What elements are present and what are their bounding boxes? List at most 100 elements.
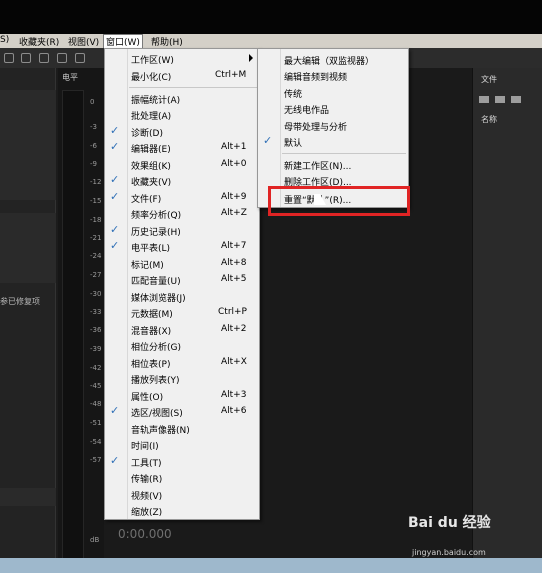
menu-item-diagnostics[interactable]: ✓ 诊断(D) <box>105 123 259 139</box>
title-bar <box>0 0 542 34</box>
tool-icon[interactable] <box>75 53 85 63</box>
menu-item-workspace[interactable]: 工作区(W) <box>105 50 259 66</box>
meter-tick: -3 <box>90 123 97 131</box>
workspace-item-new[interactable]: 新建工作区(N)... <box>258 156 408 172</box>
menu-item-properties[interactable]: 属性(O) Alt+3 <box>105 387 259 403</box>
timecode-display: 0:00.000 <box>118 527 172 541</box>
menu-label: 电平表(L) <box>131 244 171 254</box>
tool-icon[interactable] <box>57 53 67 63</box>
menu-label: 相位表(P) <box>131 360 171 370</box>
workspace-item-audio-to-video[interactable]: 编辑音频到视频 <box>258 67 408 83</box>
menu-label: 相位分析(G) <box>131 343 181 353</box>
menu-label: 收藏夹(V) <box>131 178 172 188</box>
menu-item-effects-rack[interactable]: 效果组(K) Alt+0 <box>105 156 259 172</box>
menu-item-zoom[interactable]: 缩放(Z) <box>105 502 259 518</box>
menu-label: 播放列表(Y) <box>131 376 180 386</box>
menu-item-history[interactable]: ✓ 历史记录(H) <box>105 222 259 238</box>
menu-shortcut: Alt+9 <box>221 192 247 202</box>
menu-shortcut: Alt+0 <box>221 159 247 169</box>
menu-item-favorites[interactable]: 收藏夹(R) <box>19 35 59 48</box>
meter-tick: -21 <box>90 234 102 242</box>
menu-item-tools[interactable]: ✓ 工具(T) <box>105 453 259 469</box>
meter-tick: -27 <box>90 271 102 279</box>
menu-label: 编辑音频到视频 <box>284 73 348 83</box>
menu-label: 传输(R) <box>131 475 163 485</box>
menu-item-editor[interactable]: ✓ 编辑器(E) Alt+1 <box>105 139 259 155</box>
menu-item-mixer[interactable]: 混音器(X) Alt+2 <box>105 321 259 337</box>
menu-label: 传统 <box>284 90 303 100</box>
menu-label: 媒体浏览器(J) <box>131 294 186 304</box>
menu-item-frequency-analysis[interactable]: 频率分析(Q) Alt+Z <box>105 205 259 221</box>
import-icon[interactable] <box>495 96 505 103</box>
folder-icon[interactable] <box>479 96 489 103</box>
workspace-item-default[interactable]: ✓ 默认 <box>258 133 408 149</box>
menu-item-amplitude[interactable]: 振幅统计(A) <box>105 90 259 106</box>
check-icon: ✓ <box>110 190 120 203</box>
menu-label: 最小化(C) <box>131 73 172 83</box>
menu-item-minimize[interactable]: 最小化(C) Ctrl+M <box>105 67 259 83</box>
menu-item-markers[interactable]: 标记(M) Alt+8 <box>105 255 259 271</box>
menu-shortcut: Alt+X <box>221 357 247 367</box>
menu-item-metadata[interactable]: 元数据(M) Ctrl+P <box>105 304 259 320</box>
menu-shortcut: Alt+5 <box>221 274 247 284</box>
menu-item-video[interactable]: 视频(V) <box>105 486 259 502</box>
workspace-item-radio[interactable]: 无线电作品 <box>258 100 408 116</box>
check-icon: ✓ <box>110 140 120 153</box>
workspace-submenu: 最大编辑（双监视器） 编辑音频到视频 传统 无线电作品 母带处理与分析 ✓ 默认 … <box>257 48 409 208</box>
menu-label: 缩放(Z) <box>131 508 163 518</box>
menu-shortcut: Alt+6 <box>221 406 247 416</box>
menu-item-favorites[interactable]: ✓ 收藏夹(V) <box>105 172 259 188</box>
check-icon: ✓ <box>110 124 120 137</box>
taskbar <box>0 558 542 573</box>
check-icon: ✓ <box>263 134 273 147</box>
workspace-item-classic[interactable]: 传统 <box>258 84 408 100</box>
menu-label: 工具(T) <box>131 459 162 469</box>
menu-item-match-volume[interactable]: 匹配音量(U) Alt+5 <box>105 271 259 287</box>
workspace-item-max-edit[interactable]: 最大编辑（双监视器） <box>258 51 408 67</box>
menu-item-track-panner[interactable]: 音轨声像器(N) <box>105 420 259 436</box>
menu-item-level-meter[interactable]: ✓ 电平表(L) Alt+7 <box>105 238 259 254</box>
menu-item-selection-view[interactable]: ✓ 选区/视图(S) Alt+6 <box>105 403 259 419</box>
reset-highlight-box <box>268 186 410 216</box>
left-panel: 参已修复项 <box>0 68 56 558</box>
meter-tick: -51 <box>90 419 102 427</box>
open-icon[interactable] <box>511 96 521 103</box>
menu-item-files[interactable]: ✓ 文件(F) Alt+9 <box>105 189 259 205</box>
menu-label: 视频(V) <box>131 492 163 502</box>
menu-item-time[interactable]: 时间(I) <box>105 436 259 452</box>
menu-item-s[interactable]: S) <box>0 35 9 45</box>
menu-item-phase-meter[interactable]: 相位表(P) Alt+X <box>105 354 259 370</box>
menu-item-view[interactable]: 视图(V) <box>68 35 99 48</box>
meter-tick: -57 <box>90 456 102 464</box>
menu-label: 选区/视图(S) <box>131 409 183 419</box>
meter-tick: -45 <box>90 382 102 390</box>
menu-shortcut: Alt+7 <box>221 241 247 251</box>
menu-item-window[interactable]: 窗口(W) <box>103 34 143 49</box>
meter-tick: -15 <box>90 197 102 205</box>
menu-label: 诊断(D) <box>131 129 163 139</box>
panel-content <box>0 90 56 200</box>
menu-label: 历史记录(H) <box>131 228 181 238</box>
menu-item-help[interactable]: 帮助(H) <box>151 35 183 48</box>
menu-item-batch[interactable]: 批处理(A) <box>105 106 259 122</box>
menu-label: 新建工作区(N)... <box>284 162 352 172</box>
menu-label: 编辑器(E) <box>131 145 171 155</box>
meter-tick: -24 <box>90 252 102 260</box>
menu-item-phase-analysis[interactable]: 相位分析(G) <box>105 337 259 353</box>
menu-item-media-browser[interactable]: 媒体浏览器(J) <box>105 288 259 304</box>
tool-icon[interactable] <box>4 53 14 63</box>
check-icon: ✓ <box>110 239 120 252</box>
meter-tick: -12 <box>90 178 102 186</box>
menu-label: 时间(I) <box>131 442 159 452</box>
meter-tick: -33 <box>90 308 102 316</box>
menu-label: 效果组(K) <box>131 162 171 172</box>
workspace-item-mastering[interactable]: 母带处理与分析 <box>258 117 408 133</box>
meter-tick: 0 <box>90 98 95 106</box>
menu-item-transport[interactable]: 传输(R) <box>105 469 259 485</box>
menu-label: 元数据(M) <box>131 310 173 320</box>
tool-icon[interactable] <box>39 53 49 63</box>
files-panel-title: 文件 <box>481 75 497 84</box>
menu-item-playlist[interactable]: 播放列表(Y) <box>105 370 259 386</box>
tool-icon[interactable] <box>21 53 31 63</box>
menu-label: 批处理(A) <box>131 112 172 122</box>
